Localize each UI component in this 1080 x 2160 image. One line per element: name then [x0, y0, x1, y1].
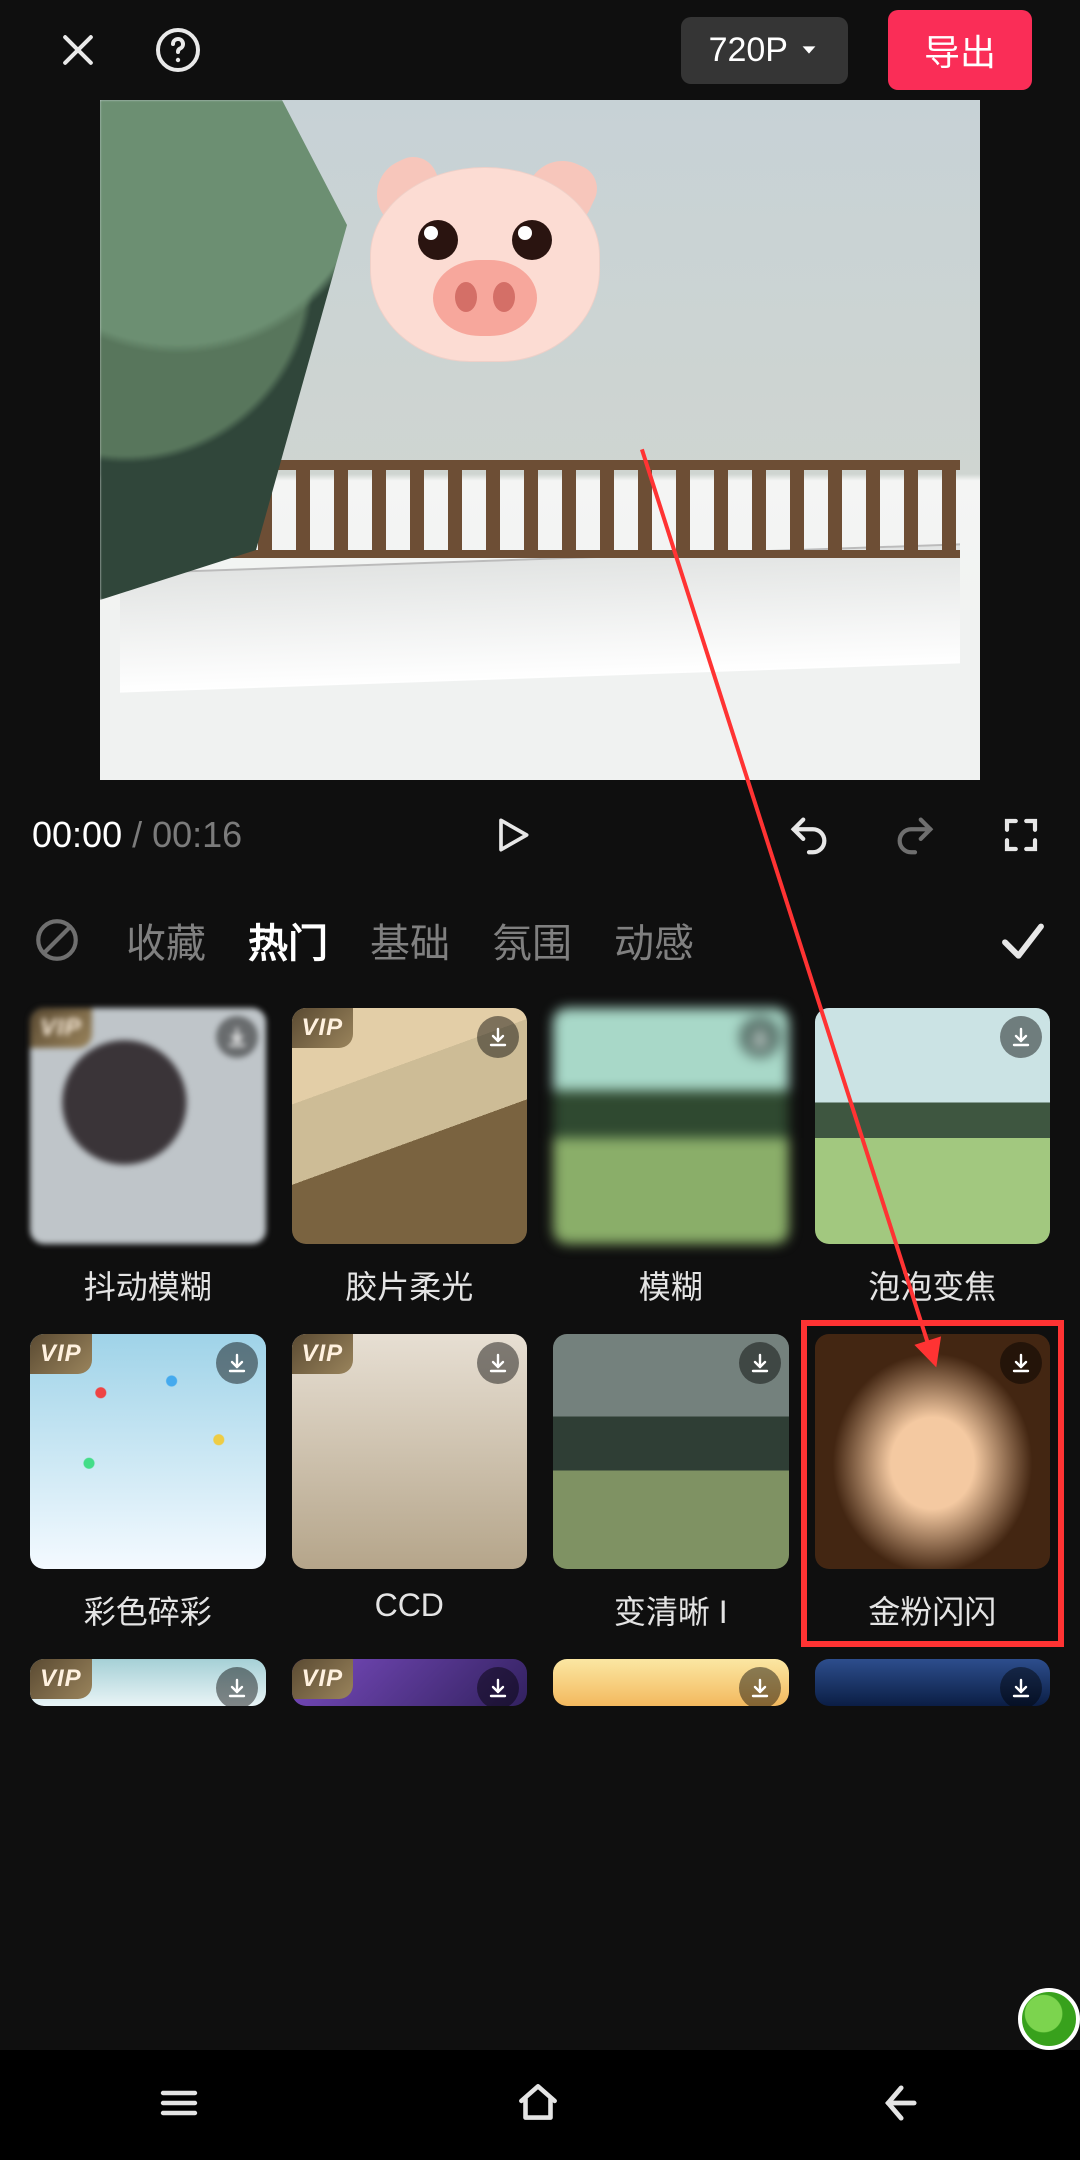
- confirm-icon[interactable]: [996, 913, 1050, 967]
- effect-thumb: VIP: [292, 1008, 528, 1244]
- effect-item[interactable]: VIP CCD: [292, 1334, 528, 1634]
- effect-item[interactable]: [553, 1659, 789, 1706]
- tab-atmosphere[interactable]: 氛围: [492, 911, 572, 969]
- effect-name: 金粉闪闪: [868, 1587, 996, 1633]
- effect-thumb: [553, 1008, 789, 1244]
- download-icon[interactable]: [216, 1667, 258, 1706]
- effect-name: 胶片柔光: [345, 1262, 473, 1308]
- effect-item[interactable]: VIP: [30, 1659, 266, 1706]
- redo-icon[interactable]: [888, 808, 942, 862]
- effects-panel: VIP 抖动模糊 VIP 胶片柔光 模糊 泡泡变焦 VIP 彩色碎彩 VIP CCD 变清晰 I 金粉…: [0, 990, 1080, 2050]
- effect-thumb: VIP: [30, 1008, 266, 1244]
- effect-thumb: [815, 1334, 1051, 1570]
- top-bar: 720P 导出: [0, 0, 1080, 100]
- close-icon[interactable]: [48, 20, 108, 80]
- play-icon[interactable]: [485, 808, 539, 862]
- help-icon[interactable]: [148, 20, 208, 80]
- effect-item[interactable]: 变清晰 I: [553, 1334, 789, 1634]
- effect-thumb: VIP: [30, 1334, 266, 1570]
- resolution-label: 720P: [709, 31, 788, 70]
- category-tabs: 收藏 热门 基础 氛围 动感: [0, 890, 1080, 990]
- download-icon[interactable]: [477, 1342, 519, 1384]
- download-icon[interactable]: [477, 1016, 519, 1058]
- effect-item[interactable]: [815, 1659, 1051, 1706]
- effect-thumb: VIP: [292, 1659, 528, 1706]
- system-nav-bar: [0, 2050, 1080, 2160]
- download-icon[interactable]: [1000, 1016, 1042, 1058]
- effect-thumb: VIP: [30, 1659, 266, 1706]
- vip-badge: VIP: [30, 1659, 92, 1699]
- pig-sticker[interactable]: [370, 152, 600, 362]
- effect-item[interactable]: VIP 彩色碎彩: [30, 1334, 266, 1634]
- export-label: 导出: [924, 32, 996, 73]
- effect-item[interactable]: 金粉闪闪: [815, 1334, 1051, 1634]
- effect-thumb: [815, 1659, 1051, 1706]
- menu-icon[interactable]: [155, 2079, 203, 2132]
- preview-area: [0, 100, 1080, 780]
- vip-badge: VIP: [292, 1334, 354, 1374]
- download-icon[interactable]: [477, 1667, 519, 1706]
- home-icon[interactable]: [513, 2078, 563, 2133]
- effect-item[interactable]: VIP 抖动模糊: [30, 1008, 266, 1308]
- effect-name: 彩色碎彩: [84, 1587, 212, 1633]
- effect-name: 变清晰 I: [614, 1587, 728, 1633]
- effect-name: 模糊: [639, 1262, 703, 1308]
- effect-item[interactable]: VIP: [292, 1659, 528, 1706]
- effect-thumb: [815, 1008, 1051, 1244]
- download-icon[interactable]: [1000, 1342, 1042, 1384]
- vip-badge: VIP: [30, 1334, 92, 1374]
- tab-basic[interactable]: 基础: [370, 911, 450, 969]
- effect-name: 泡泡变焦: [868, 1262, 996, 1308]
- download-icon[interactable]: [739, 1667, 781, 1706]
- timecode: 00:00 / 00:16: [32, 814, 242, 856]
- fullscreen-icon[interactable]: [994, 808, 1048, 862]
- current-time: 00:00: [32, 814, 122, 855]
- none-effect-icon[interactable]: [30, 913, 84, 967]
- total-time: 00:16: [152, 814, 242, 855]
- watermark-logo: [1018, 1988, 1080, 2050]
- export-button[interactable]: 导出: [888, 10, 1032, 90]
- effect-name: 抖动模糊: [84, 1262, 212, 1308]
- effect-name: CCD: [375, 1587, 444, 1624]
- app-root: 720P 导出 00:00 / 00:16: [0, 0, 1080, 2160]
- vip-badge: VIP: [292, 1659, 354, 1699]
- tab-favorites[interactable]: 收藏: [126, 911, 206, 969]
- download-icon[interactable]: [216, 1342, 258, 1384]
- effect-item[interactable]: 模糊: [553, 1008, 789, 1308]
- effect-thumb: VIP: [292, 1334, 528, 1570]
- download-icon[interactable]: [739, 1342, 781, 1384]
- video-preview[interactable]: [100, 100, 980, 780]
- effect-item[interactable]: VIP 胶片柔光: [292, 1008, 528, 1308]
- resolution-button[interactable]: 720P: [681, 17, 848, 84]
- download-icon[interactable]: [739, 1016, 781, 1058]
- effect-thumb: [553, 1334, 789, 1570]
- player-controls: 00:00 / 00:16: [0, 780, 1080, 890]
- undo-icon[interactable]: [782, 808, 836, 862]
- download-icon[interactable]: [216, 1016, 258, 1058]
- vip-badge: VIP: [30, 1008, 92, 1048]
- back-icon[interactable]: [873, 2077, 925, 2134]
- tab-hot[interactable]: 热门: [248, 911, 328, 969]
- effect-item[interactable]: 泡泡变焦: [815, 1008, 1051, 1308]
- chevron-down-icon: [798, 39, 820, 61]
- tab-dynamic[interactable]: 动感: [614, 911, 694, 969]
- download-icon[interactable]: [1000, 1667, 1042, 1706]
- effect-thumb: [553, 1659, 789, 1706]
- vip-badge: VIP: [292, 1008, 354, 1048]
- time-separator: /: [122, 814, 152, 855]
